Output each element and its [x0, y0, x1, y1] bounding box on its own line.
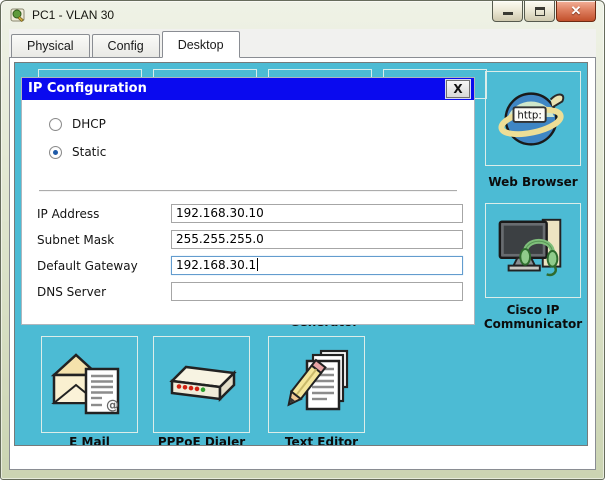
default-gateway-input[interactable]: 192.168.30.1: [171, 256, 463, 275]
pppoe-dialer-tile[interactable]: [153, 336, 250, 433]
pppoe-dialer-label: PPPoE Dialer: [157, 435, 246, 446]
window-titlebar[interactable]: PC1 - VLAN 30 ✕: [1, 1, 604, 29]
dialog-close-button[interactable]: X: [446, 80, 470, 98]
dialog-close-icon: X: [453, 82, 463, 96]
window-controls: ✕: [491, 1, 596, 22]
tab-config-label: Config: [107, 39, 144, 53]
text-caret: [257, 258, 259, 271]
subnet-mask-label: Subnet Mask: [37, 233, 115, 247]
web-browser-label: Web Browser: [488, 175, 578, 189]
static-radio[interactable]: Static: [49, 144, 106, 160]
email-label: E Mail: [69, 435, 110, 446]
tab-physical-label: Physical: [27, 39, 74, 53]
default-gateway-value: 192.168.30.1: [176, 258, 257, 272]
pppoe-dialer-icon: [168, 365, 237, 402]
svg-text:http:: http:: [517, 110, 541, 121]
window-title: PC1 - VLAN 30: [32, 8, 115, 22]
text-editor-icon: [286, 349, 348, 410]
dns-server-label: DNS Server: [37, 285, 106, 299]
email-icon: @: [50, 352, 119, 414]
cisco-ip-communicator-tile[interactable]: [485, 203, 581, 298]
tab-config[interactable]: Config: [91, 34, 160, 57]
ip-address-label: IP Address: [37, 207, 100, 221]
radio-selected-icon: [49, 145, 62, 159]
text-editor-label: Text Editor: [284, 435, 359, 446]
default-gateway-row: Default Gateway 192.168.30.1: [37, 256, 463, 276]
dialog-separator: [39, 190, 457, 192]
ip-address-value: 192.168.30.10: [176, 206, 264, 220]
maximize-button[interactable]: [524, 1, 555, 22]
web-browser-tile[interactable]: http:: [485, 71, 581, 166]
tab-physical[interactable]: Physical: [11, 34, 90, 57]
minimize-button[interactable]: [492, 1, 523, 22]
close-icon: ✕: [570, 3, 582, 18]
default-gateway-label: Default Gateway: [37, 259, 138, 273]
desktop-area: Generator http: Web Browser: [14, 62, 588, 446]
web-browser-icon: http:: [498, 91, 565, 146]
ip-address-row: IP Address 192.168.30.10: [37, 204, 463, 224]
ip-address-input[interactable]: 192.168.30.10: [171, 204, 463, 223]
email-tile[interactable]: @: [41, 336, 138, 433]
maximize-icon: [535, 7, 545, 16]
dns-server-row: DNS Server: [37, 282, 463, 302]
subnet-mask-row: Subnet Mask 255.255.255.0: [37, 230, 463, 250]
cisco-ip-communicator-icon: [498, 218, 562, 276]
radio-circle-icon: [49, 117, 62, 131]
tab-desktop[interactable]: Desktop: [161, 31, 240, 58]
subnet-mask-input[interactable]: 255.255.255.0: [171, 230, 463, 249]
dialog-title: IP Configuration: [28, 81, 147, 96]
tab-desktop-label: Desktop: [177, 38, 224, 52]
pc-device-window: PC1 - VLAN 30 ✕ Physical Config Desktop: [0, 0, 605, 480]
subnet-mask-value: 255.255.255.0: [176, 232, 264, 246]
dhcp-radio-label: DHCP: [72, 117, 106, 131]
cisco-ip-communicator-label: Cisco IP Communicator: [483, 303, 583, 331]
desktop-tab-page: Generator http: Web Browser: [9, 57, 596, 470]
dialog-titlebar[interactable]: IP Configuration: [22, 78, 474, 100]
static-radio-label: Static: [72, 145, 107, 159]
text-editor-tile[interactable]: [268, 336, 365, 433]
ip-configuration-dialog: IP Configuration X DHCP Static IP Addres…: [21, 77, 475, 325]
svg-text:@: @: [106, 398, 119, 413]
close-button[interactable]: ✕: [556, 1, 596, 22]
dhcp-radio[interactable]: DHCP: [49, 116, 106, 132]
packet-tracer-app-icon: [10, 8, 25, 22]
tab-bar: Physical Config Desktop: [9, 29, 596, 58]
minimize-icon: [503, 12, 513, 15]
dns-server-input[interactable]: [171, 282, 463, 301]
